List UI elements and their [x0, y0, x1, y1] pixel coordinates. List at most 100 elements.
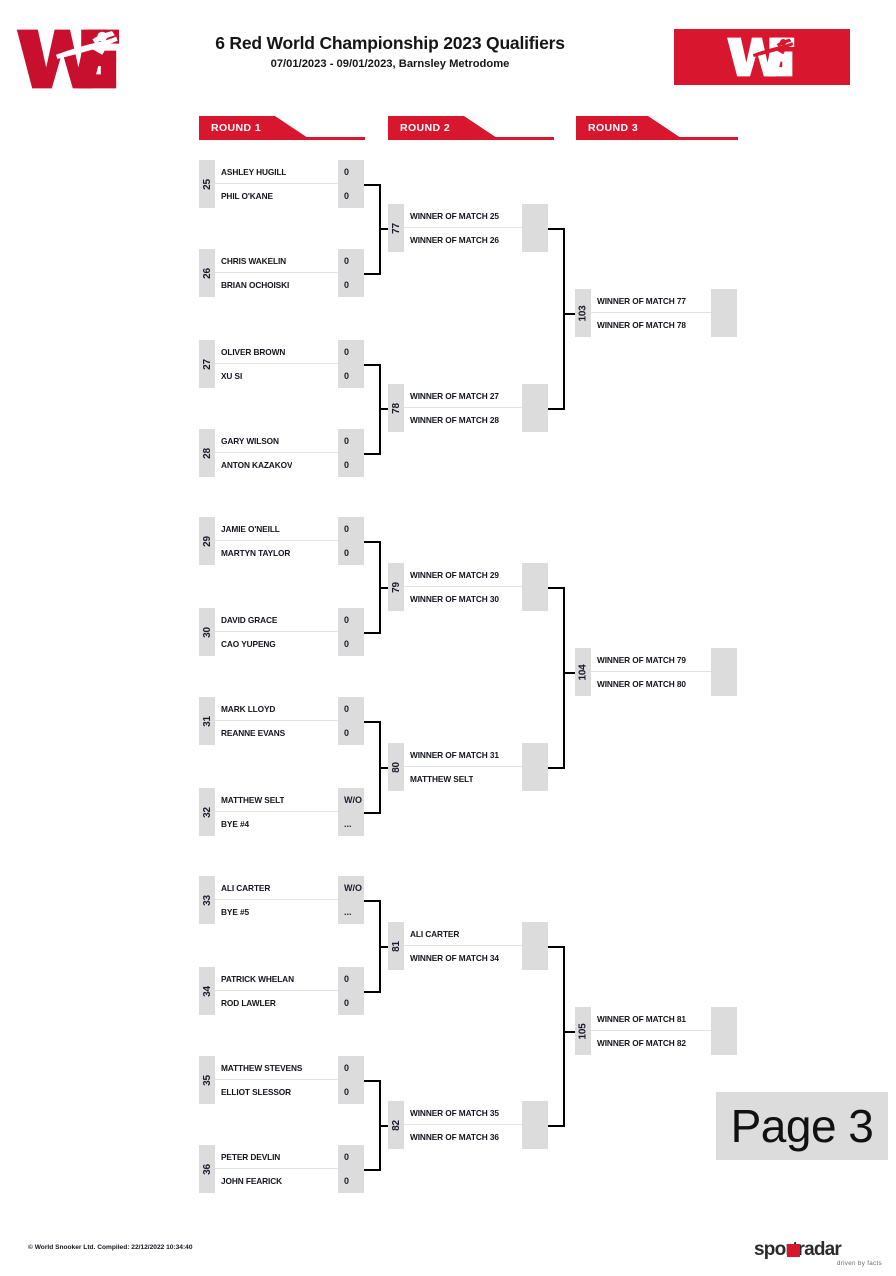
- match-79-player-top: WINNER OF MATCH 29: [410, 569, 499, 580]
- match-104[interactable]: 104 WINNER OF MATCH 79 WINNER OF MATCH 8…: [575, 648, 737, 696]
- match-81[interactable]: 81 ALI CARTER WINNER OF MATCH 34: [388, 922, 548, 970]
- match-35-player-bottom: ELLIOT SLESSOR: [221, 1087, 292, 1097]
- match-81-score-top: [522, 922, 548, 946]
- match-82-score-top: [522, 1101, 548, 1125]
- sportradar-logo: sportradar driven by facts: [754, 1240, 884, 1270]
- match-77-score-bottom: [522, 228, 548, 252]
- match-105-player-bottom: WINNER OF MATCH 82: [597, 1038, 686, 1048]
- match-27-player-bottom: XU SI: [221, 371, 243, 381]
- match-32-score-top: W/O: [338, 788, 364, 812]
- match-34[interactable]: 34 PATRICK WHELAN ROD LAWLER 0 0: [199, 967, 364, 1015]
- connector-81-out: [548, 946, 564, 948]
- match-82[interactable]: 82 WINNER OF MATCH 35 WINNER OF MATCH 36: [388, 1101, 548, 1149]
- match-29-player-top: JAMIE O'NEILL: [221, 523, 280, 534]
- match-80[interactable]: 80 WINNER OF MATCH 31 MATTHEW SELT: [388, 743, 548, 791]
- match-103[interactable]: 103 WINNER OF MATCH 77 WINNER OF MATCH 7…: [575, 289, 737, 337]
- match-30[interactable]: 30 DAVID GRACE CAO YUPENG 0 0: [199, 608, 364, 656]
- match-36-player-bottom: JOHN FEARICK: [221, 1176, 283, 1186]
- match-78-score-top: [522, 384, 548, 408]
- match-77[interactable]: 77 WINNER OF MATCH 25 WINNER OF MATCH 26: [388, 204, 548, 252]
- match-26-player-bottom: BRIAN OCHOISKI: [221, 280, 290, 290]
- match-35-score-bottom: 0: [338, 1080, 364, 1104]
- match-34-number: 34: [199, 967, 215, 1015]
- match-28-player-top: GARY WILSON: [221, 435, 279, 446]
- match-25-score-top: 0: [338, 160, 364, 184]
- match-103-number: 103: [575, 289, 591, 337]
- match-104-score-top: [711, 648, 737, 672]
- match-33[interactable]: 33 ALI CARTER BYE #5 W/O ...: [199, 876, 364, 924]
- match-31-score-top: 0: [338, 697, 364, 721]
- match-103-score-top: [711, 289, 737, 313]
- match-81-score-bottom: [522, 946, 548, 970]
- match-25-number: 25: [199, 160, 215, 208]
- match-29-score-top: 0: [338, 517, 364, 541]
- match-82-score-bottom: [522, 1125, 548, 1149]
- connector-33-out: [364, 900, 380, 902]
- match-33-number: 33: [199, 876, 215, 924]
- match-81-player-bottom: WINNER OF MATCH 34: [410, 953, 499, 963]
- match-26-score-top: 0: [338, 249, 364, 273]
- match-104-score-bottom: [711, 672, 737, 696]
- match-28-score-top: 0: [338, 429, 364, 453]
- match-31-player-bottom: REANNE EVANS: [221, 728, 286, 738]
- match-78-number: 78: [388, 384, 404, 432]
- match-78[interactable]: 78 WINNER OF MATCH 27 WINNER OF MATCH 28: [388, 384, 548, 432]
- match-30-player-bottom: CAO YUPENG: [221, 639, 276, 649]
- match-104-player-top: WINNER OF MATCH 79: [597, 654, 686, 665]
- connector-104-join: [563, 587, 565, 769]
- match-35[interactable]: 35 MATTHEW STEVENS ELLIOT SLESSOR 0 0: [199, 1056, 364, 1104]
- match-25[interactable]: 25 ASHLEY HUGILL PHIL O'KANE 0 0: [199, 160, 364, 208]
- match-30-number: 30: [199, 608, 215, 656]
- sportradar-tagline: driven by facts: [836, 1260, 882, 1267]
- match-26[interactable]: 26 CHRIS WAKELIN BRIAN OCHOISKI 0 0: [199, 249, 364, 297]
- connector-28-out: [364, 453, 380, 455]
- match-105[interactable]: 105 WINNER OF MATCH 81 WINNER OF MATCH 8…: [575, 1007, 737, 1055]
- match-104-player-bottom: WINNER OF MATCH 80: [597, 679, 686, 689]
- match-77-number: 77: [388, 204, 404, 252]
- match-31-player-top: MARK LLOYD: [221, 703, 276, 714]
- match-34-player-top: PATRICK WHELAN: [221, 973, 294, 984]
- match-32-number: 32: [199, 788, 215, 836]
- match-103-player-top: WINNER OF MATCH 77: [597, 295, 686, 306]
- connector-25-out: [364, 184, 380, 186]
- match-79-score-bottom: [522, 587, 548, 611]
- connector-26-out: [364, 273, 380, 275]
- match-33-score-bottom: ...: [338, 900, 364, 924]
- connector-105-join: [563, 946, 565, 1127]
- match-30-player-top: DAVID GRACE: [221, 614, 278, 625]
- match-29[interactable]: 29 JAMIE O'NEILL MARTYN TAYLOR 0 0: [199, 517, 364, 565]
- connector-36-out: [364, 1169, 380, 1171]
- match-35-score-top: 0: [338, 1056, 364, 1080]
- match-27-player-top: OLIVER BROWN: [221, 346, 286, 357]
- match-28-score-bottom: 0: [338, 453, 364, 477]
- match-36-player-top: PETER DEVLIN: [221, 1151, 281, 1162]
- match-36-score-bottom: 0: [338, 1169, 364, 1193]
- match-25-player-bottom: PHIL O'KANE: [221, 191, 273, 201]
- match-30-score-bottom: 0: [338, 632, 364, 656]
- match-26-number: 26: [199, 249, 215, 297]
- match-34-score-top: 0: [338, 967, 364, 991]
- match-28[interactable]: 28 GARY WILSON ANTON KAZAKOV 0 0: [199, 429, 364, 477]
- match-32[interactable]: 32 MATTHEW SELT BYE #4 W/O ...: [199, 788, 364, 836]
- connector-82-out: [548, 1125, 564, 1127]
- connector-35-out: [364, 1080, 380, 1082]
- match-27[interactable]: 27 OLIVER BROWN XU SI 0 0: [199, 340, 364, 388]
- connector-77-out: [548, 228, 564, 230]
- connector-79-out: [548, 587, 564, 589]
- match-29-score-bottom: 0: [338, 541, 364, 565]
- match-28-player-bottom: ANTON KAZAKOV: [221, 460, 293, 470]
- match-36[interactable]: 36 PETER DEVLIN JOHN FEARICK 0 0: [199, 1145, 364, 1193]
- connector-78-out: [548, 408, 564, 410]
- match-79[interactable]: 79 WINNER OF MATCH 29 WINNER OF MATCH 30: [388, 563, 548, 611]
- match-31[interactable]: 31 MARK LLOYD REANNE EVANS 0 0: [199, 697, 364, 745]
- connector-80-out: [548, 767, 564, 769]
- match-103-score-bottom: [711, 313, 737, 337]
- match-105-score-bottom: [711, 1031, 737, 1055]
- match-105-number: 105: [575, 1007, 591, 1055]
- match-82-player-bottom: WINNER OF MATCH 36: [410, 1132, 499, 1142]
- match-29-number: 29: [199, 517, 215, 565]
- connector-29-out: [364, 541, 380, 543]
- connector-30-out: [364, 632, 380, 634]
- match-82-number: 82: [388, 1101, 404, 1149]
- match-27-number: 27: [199, 340, 215, 388]
